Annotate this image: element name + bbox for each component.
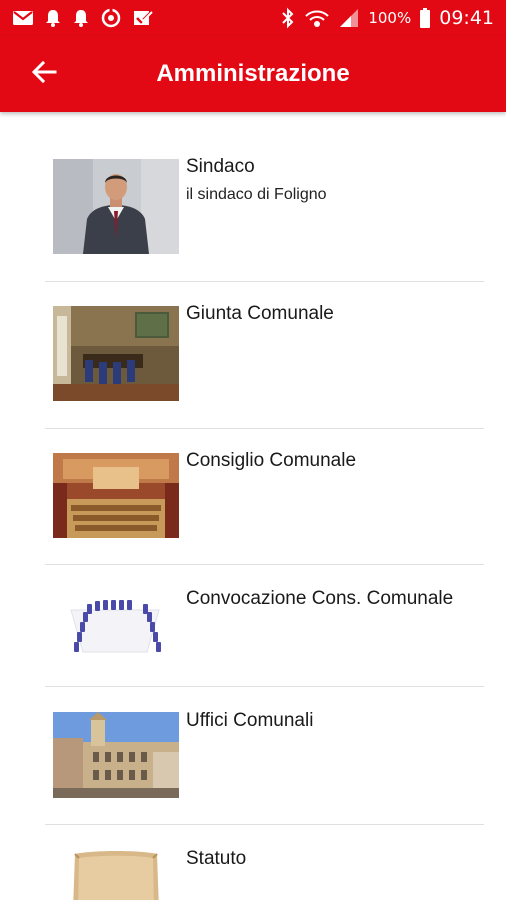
battery-percent: 100% bbox=[368, 9, 412, 27]
sync-icon bbox=[100, 7, 122, 29]
phone-screen: 100% 09:41 Amministrazione Sindaco il si… bbox=[0, 0, 506, 900]
list-item-consiglio-comunale[interactable]: Consiglio Comunale bbox=[45, 428, 484, 565]
list-item-giunta-comunale[interactable]: Giunta Comunale bbox=[45, 281, 484, 429]
list-item-sindaco[interactable]: Sindaco il sindaco di Foligno bbox=[45, 112, 484, 282]
list-item-convocazione[interactable]: Convocazione Cons. Comunale bbox=[45, 564, 484, 687]
item-title: Giunta Comunale bbox=[186, 303, 334, 324]
chairs-illustration bbox=[53, 592, 179, 662]
clock: 09:41 bbox=[439, 7, 494, 29]
system-indicators: 100% 09:41 bbox=[280, 4, 494, 32]
item-title: Consiglio Comunale bbox=[186, 450, 357, 471]
town-hall-photo bbox=[53, 712, 179, 798]
checkbox-icon bbox=[132, 8, 154, 28]
signal-icon bbox=[338, 7, 360, 29]
battery-icon bbox=[419, 7, 431, 29]
list-item-uffici-comunali[interactable]: Uffici Comunali bbox=[45, 686, 484, 825]
gmail-icon bbox=[12, 9, 34, 27]
item-title: Uffici Comunali bbox=[186, 710, 314, 731]
bluetooth-icon bbox=[280, 7, 296, 29]
item-title: Convocazione Cons. Comunale bbox=[186, 588, 454, 609]
bell-icon bbox=[72, 8, 90, 28]
wifi-icon bbox=[304, 7, 330, 29]
council-room-photo bbox=[53, 306, 179, 401]
mayor-photo bbox=[53, 159, 179, 254]
bell-icon bbox=[44, 8, 62, 28]
item-title: Statuto bbox=[186, 848, 247, 869]
notification-icons bbox=[12, 6, 154, 30]
list-item-statuto[interactable]: Statuto bbox=[45, 824, 484, 900]
council-hall-photo bbox=[53, 453, 179, 538]
item-title: Sindaco bbox=[186, 156, 255, 177]
parchment-image bbox=[53, 850, 179, 900]
app-bar: Amministrazione bbox=[0, 36, 506, 112]
page-title: Amministrazione bbox=[156, 60, 350, 87]
item-subtitle: il sindaco di Foligno bbox=[186, 186, 327, 203]
back-button[interactable] bbox=[26, 58, 62, 90]
status-bar: 100% 09:41 bbox=[0, 0, 506, 36]
arrow-left-icon bbox=[31, 60, 57, 88]
